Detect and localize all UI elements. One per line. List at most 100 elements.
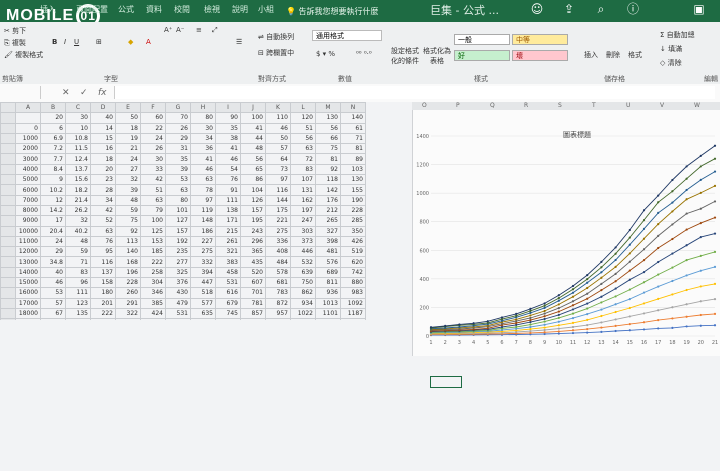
cell[interactable]: 327 [315,225,341,237]
cell[interactable]: 56 [315,122,341,134]
cell[interactable]: 12.4 [65,153,91,165]
row-header[interactable] [0,194,16,206]
cell[interactable]: 18 [90,153,116,165]
column-header[interactable]: G [165,102,191,114]
tab-page-layout[interactable]: 頁面配置 [76,4,108,15]
row-header[interactable] [0,204,16,217]
cell[interactable]: 54 [215,163,241,176]
cell[interactable]: 63 [190,174,216,186]
cell[interactable]: 336 [265,235,291,248]
cell[interactable]: 26.2 [65,204,91,217]
cell[interactable]: 518 [190,287,216,299]
cell[interactable]: 11.5 [65,143,91,155]
cell[interactable]: 123 [65,297,91,309]
cell[interactable]: 243 [240,225,266,237]
cell[interactable]: 147 [65,318,91,320]
column-header[interactable]: N [340,102,366,114]
column-header[interactable]: Q [490,102,495,109]
cell[interactable]: 175 [265,204,291,217]
row-header[interactable] [0,184,16,196]
cell[interactable]: 18.2 [65,184,91,196]
cell[interactable]: 576 [315,256,341,268]
cell[interactable]: 81 [340,143,366,155]
cell[interactable]: 8.4 [40,163,66,176]
column-header[interactable]: M [315,102,341,114]
cell[interactable]: 3000 [15,153,41,165]
cell[interactable]: 31 [165,143,191,155]
column-header[interactable]: O [422,102,427,109]
cell[interactable]: 60 [140,112,166,124]
cell[interactable]: 17000 [15,297,41,309]
cell[interactable]: 346 [140,287,166,299]
cell[interactable]: 201 [90,297,116,309]
cell[interactable]: 135 [65,307,91,320]
cell[interactable]: 80 [165,194,191,206]
font-size-down-icon[interactable]: A⁻ [176,26,184,34]
cell[interactable]: 398 [315,235,341,248]
cell[interactable]: 1002 [265,318,291,320]
cell[interactable]: 689 [315,266,341,279]
fill-button[interactable]: ↓ 填滿 [660,44,682,54]
cell[interactable]: 1092 [340,297,366,309]
cell[interactable]: 30 [190,122,216,134]
cell[interactable]: 40 [40,266,66,279]
column-header[interactable]: A [15,102,41,114]
cell[interactable]: 41 [190,153,216,165]
smiley-icon[interactable]: ☺ [528,0,546,18]
cell[interactable]: 0 [15,122,41,134]
cell[interactable]: 111 [65,287,91,299]
style-good[interactable]: 好 [454,50,510,61]
cell[interactable]: 1101 [315,307,341,320]
cell[interactable]: 116 [90,256,116,268]
cell[interactable]: 296 [240,235,266,248]
cell[interactable]: 41 [240,122,266,134]
cell[interactable]: 235 [165,246,191,258]
cell[interactable]: 148 [190,215,216,227]
cell[interactable]: 71 [340,132,366,145]
cell[interactable]: 681 [265,277,291,289]
cell[interactable]: 14 [90,122,116,134]
column-header[interactable]: D [90,102,116,114]
cell[interactable]: 10.8 [65,132,91,145]
cell[interactable]: 578 [265,266,291,279]
data-table[interactable]: A B C D E F G H I J K L M N 20 30 40 50 60 70 80 90 100 110 120 1… [0,102,366,320]
cell[interactable]: 742 [340,266,366,279]
cell[interactable]: 304 [140,277,166,289]
cell[interactable]: 79 [140,204,166,217]
cell[interactable]: 107 [290,174,316,186]
cell[interactable]: 258 [140,266,166,279]
cell[interactable]: 142 [315,184,341,196]
cell[interactable]: 155 [340,184,366,196]
cell[interactable]: 6000 [15,184,41,196]
cell[interactable]: 95 [90,246,116,258]
enter-icon[interactable]: ✓ [80,88,88,98]
column-header[interactable]: K [265,102,291,114]
cell[interactable]: 41 [215,143,241,155]
row-header[interactable] [0,235,16,248]
row-header[interactable] [0,307,16,320]
cell[interactable]: 862 [290,287,316,299]
cell[interactable]: 222 [90,307,116,320]
cell[interactable]: 46 [265,122,291,134]
cell[interactable]: 891 [240,318,266,320]
cell[interactable]: 30 [140,153,166,165]
cell[interactable]: 880 [340,277,366,289]
cell[interactable]: 322 [115,307,141,320]
cell[interactable]: 607 [240,277,266,289]
style-neutral[interactable]: 中等 [512,34,568,45]
cell[interactable]: 65 [240,163,266,176]
format-painter-button[interactable]: 🖌 複製格式 [4,50,43,60]
cell[interactable]: 71 [65,256,91,268]
cell[interactable]: 6.9 [40,132,66,145]
cell[interactable]: 101 [165,204,191,217]
cell[interactable]: 157 [165,225,191,237]
cell[interactable]: 63 [165,184,191,196]
cell[interactable]: 275 [190,246,216,258]
cell[interactable]: 36 [190,143,216,155]
cell[interactable]: 196 [115,266,141,279]
share-icon[interactable]: ⇪ [560,0,578,18]
cell[interactable]: 137 [90,266,116,279]
cell[interactable]: 57 [40,297,66,309]
cell[interactable]: 35 [215,122,241,134]
cell[interactable]: 48 [240,143,266,155]
